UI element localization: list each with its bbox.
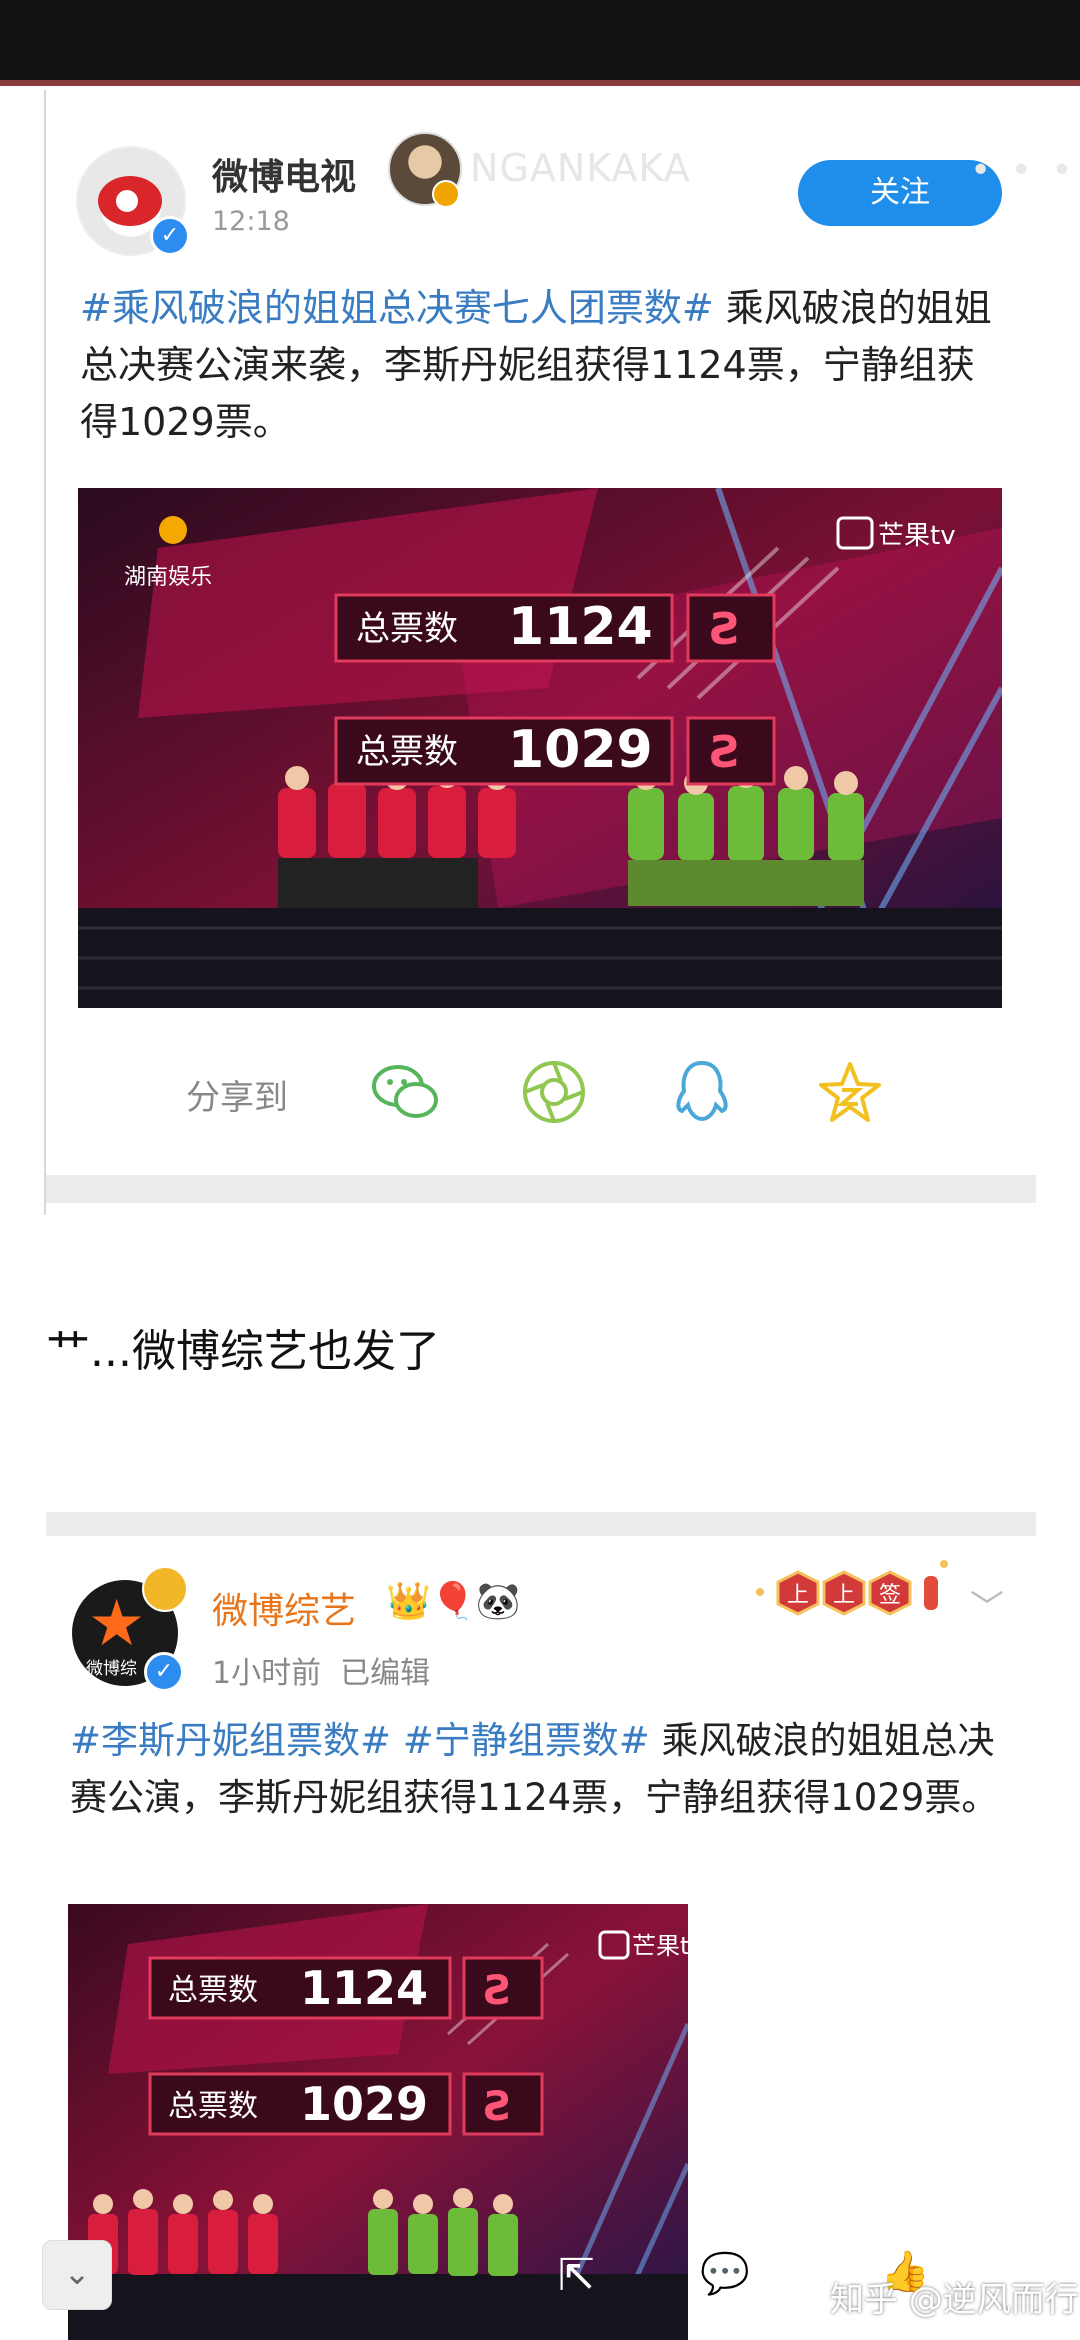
svg-text:Ƨ: Ƨ: [710, 727, 742, 778]
score-label-1: 总票数: [168, 1973, 258, 2008]
svg-text:Ƨ: Ƨ: [484, 1968, 513, 2014]
hashtag-link[interactable]: #李斯丹妮组票数#: [70, 1719, 391, 1762]
star-logo-icon: ★: [88, 1587, 146, 1661]
score-label-2: 总票数: [168, 2089, 258, 2124]
mango-logo: 芒果tv: [878, 521, 956, 551]
comment-icon[interactable]: 💬: [700, 2250, 750, 2297]
svg-text:Ƨ: Ƨ: [710, 604, 742, 655]
post-time: 12:18: [212, 206, 290, 237]
hunan-logo: 湖南娱乐: [124, 565, 212, 590]
account-badges-icon: 👑🎈🐼: [386, 1581, 521, 1622]
svg-text:签: 签: [879, 1583, 901, 1608]
viewer-watermark: NGANKAKA: [470, 146, 691, 190]
post-image[interactable]: 总票数 1124 总票数 1029 Ƨ Ƨ 湖南娱乐 芒果tv: [78, 488, 1002, 1008]
verified-icon: ✓: [150, 216, 190, 256]
account-name[interactable]: 微博综艺: [212, 1582, 356, 1634]
collapse-down-button[interactable]: ⌄: [42, 2240, 112, 2310]
score-label-1: 总票数: [356, 609, 458, 649]
qq-icon[interactable]: [662, 1052, 742, 1132]
qzone-star-icon[interactable]: [810, 1052, 890, 1132]
mango-logo: 芒果t: [632, 1932, 688, 1960]
promo-decoration[interactable]: 上 上 签: [748, 1552, 968, 1632]
screenshot-edge: [0, 80, 1080, 86]
status-bar: [0, 0, 1080, 80]
wechat-icon[interactable]: [366, 1052, 446, 1132]
comment-text: 艹...微博综艺也发了: [46, 1326, 440, 1377]
post-text: #乘风破浪的姐姐总决赛七人团票数# 乘风破浪的姐姐总决赛公演来袭，李斯丹妮组获得…: [80, 280, 1000, 451]
hashtag-link[interactable]: #宁静组票数#: [403, 1719, 650, 1762]
share-to-label: 分享到: [186, 1078, 288, 1118]
svg-text:上: 上: [787, 1583, 809, 1608]
card-footer-band: [46, 1175, 1036, 1203]
comment-count: 20: [770, 2258, 814, 2298]
post-time: 1小时前 已编辑: [212, 1656, 431, 1691]
verified-icon: ✓: [144, 1652, 184, 1692]
score-value-1: 1124: [508, 597, 653, 657]
account-name[interactable]: 微博电视: [212, 148, 356, 200]
post-divider: [46, 1512, 1036, 1536]
more-options-icon[interactable]: • • •: [970, 150, 1077, 191]
svg-text:上: 上: [833, 1583, 855, 1608]
vip-badge-icon: [432, 180, 460, 208]
lion-decoration-icon: [142, 1566, 188, 1612]
post-image[interactable]: 总票数 1124 总票数 1029 Ƨ Ƨ 芒果t: [68, 1904, 688, 2340]
zhihu-watermark: 知乎 @逆风而行: [830, 2280, 1079, 2320]
chevron-down-icon[interactable]: ﹀: [970, 1580, 1004, 1629]
score-value-2: 1029: [300, 2077, 428, 2131]
post-text: #李斯丹妮组票数# #宁静组票数# 乘风破浪的姐姐总决赛公演，李斯丹妮组获得11…: [70, 1712, 1010, 1826]
score-value-1: 1124: [300, 1961, 428, 2015]
score-label-2: 总票数: [356, 732, 458, 772]
moments-icon[interactable]: [514, 1052, 594, 1132]
share-out-icon[interactable]: ⇱: [558, 2250, 595, 2301]
hashtag-link[interactable]: #乘风破浪的姐姐总决赛七人团票数#: [80, 286, 714, 330]
score-value-2: 1029: [508, 720, 653, 780]
svg-text:Ƨ: Ƨ: [484, 2084, 513, 2130]
